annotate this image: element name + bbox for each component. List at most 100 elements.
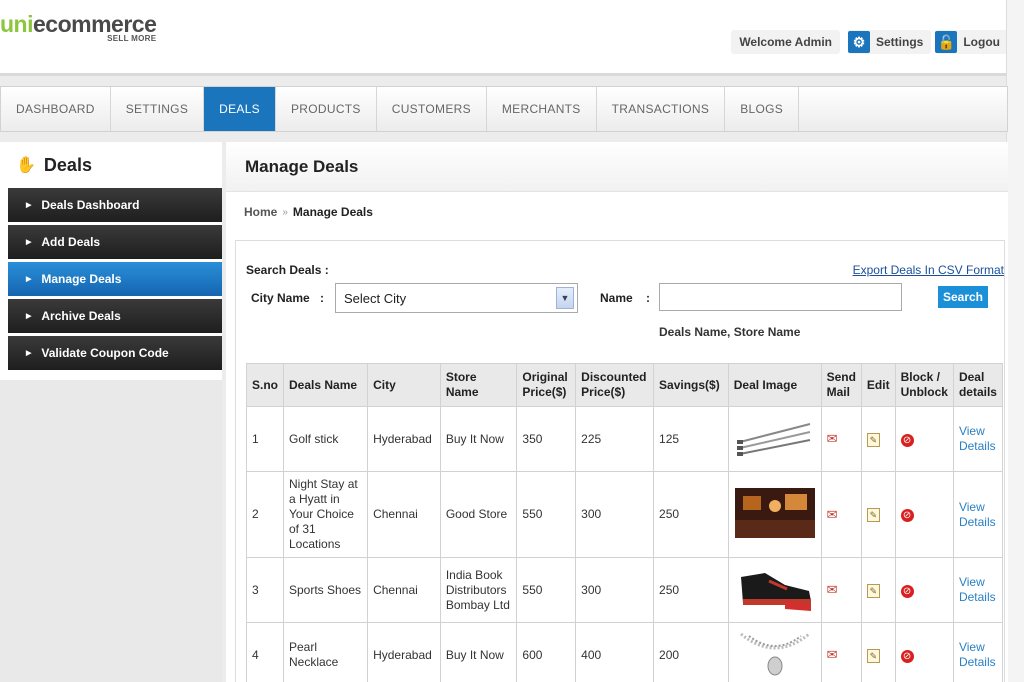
sidebar-title-text: Deals [43,154,92,175]
cell-sno: 3 [246,557,284,623]
edit-icon[interactable]: ✎ [866,508,880,522]
name-search-input[interactable] [659,283,902,311]
view-details-link[interactable]: View Details [959,640,996,669]
breadcrumb-home[interactable]: Home [244,205,277,219]
cell-savings: 200 [653,622,729,682]
cell-original-price: 600 [516,622,577,682]
view-details-link[interactable]: View Details [959,500,996,529]
nav-customers[interactable]: CUSTOMERS [377,87,487,131]
settings-link[interactable]: ⚙ Settings [848,30,932,54]
cell-original-price: 550 [516,471,577,558]
block-icon[interactable]: ⊘ [900,584,914,598]
col-deal-image: Deal Image [727,363,822,407]
deals-table: S.no Deals Name City Store Name Original… [246,363,1004,682]
nav-dashboard[interactable]: DASHBOARD [1,87,111,131]
page-scrollbar[interactable] [1006,0,1024,682]
col-original-price: Original Price($) [516,363,577,407]
city-name-label: City Name [251,291,310,305]
cell-store: Good Store [439,471,518,558]
logo[interactable]: uniecommerce SELL MORE [0,11,157,43]
chevron-right-icon: ▶ [26,202,32,209]
page-title: Manage Deals [226,142,1008,192]
col-store-name: Store Name [439,363,518,407]
cell-edit: ✎ [860,557,896,623]
sidebar-title: ✋ Deals [0,142,222,188]
nav-products[interactable]: PRODUCTS [276,87,377,131]
logout-label: Logou [963,35,1000,49]
col-savings: Savings($) [653,363,729,407]
cell-city: Hyderabad [367,622,441,682]
cell-deal-image [727,557,822,623]
city-select-value: Select City [344,290,407,306]
logo-uni: uni [0,11,34,37]
edit-icon[interactable]: ✎ [866,648,880,663]
export-csv-link[interactable]: Export Deals In CSV Format [853,263,1004,277]
chevron-right-icon: ▶ [26,350,32,357]
nav-transactions[interactable]: TRANSACTIONS [597,87,726,131]
col-deal-details: Deal details [952,363,1004,407]
sidebar-item-add-deals[interactable]: ▶ Add Deals [8,225,222,259]
cell-discounted-price: 400 [575,622,655,682]
nav-merchants[interactable]: MERCHANTS [487,87,597,131]
breadcrumb: Home » Manage Deals [226,198,1008,226]
edit-icon[interactable]: ✎ [866,432,880,447]
col-send-mail: Send Mail [820,363,862,407]
main-nav: DASHBOARD SETTINGS DEALS PRODUCTS CUSTOM… [0,86,1008,132]
table-row: 2 Night Stay at a Hyatt in Your Choice o… [246,471,1004,558]
cell-sno: 2 [246,471,284,558]
block-icon[interactable]: ⊘ [900,649,914,663]
view-details-link[interactable]: View Details [959,575,996,604]
mail-icon[interactable]: ✉ [827,647,838,662]
cell-send-mail: ✉ [820,406,862,472]
cell-details: View Details [952,622,1004,682]
sidebar-background [0,380,222,682]
search-deals-label: Search Deals : [246,263,329,277]
mail-icon[interactable]: ✉ [827,431,838,446]
sidebar-item-manage-deals[interactable]: ▶ Manage Deals [8,262,222,296]
col-deals-name: Deals Name [282,363,369,407]
block-icon[interactable]: ⊘ [900,433,914,447]
cell-sno: 1 [246,406,284,472]
cell-original-price: 350 [516,406,577,472]
block-icon[interactable]: ⊘ [900,509,914,522]
cell-send-mail: ✉ [820,471,862,558]
name-label: Name [600,291,633,305]
cell-deal-name: Night Stay at a Hyatt in Your Choice of … [282,471,369,558]
cell-city: Chennai [367,557,441,623]
table-row: 1 Golf stick Hyderabad Buy It Now 350 22… [246,406,1004,472]
table-header-row: S.no Deals Name City Store Name Original… [246,363,1004,407]
cell-block: ⊘ [894,557,954,623]
cell-discounted-price: 300 [575,471,655,558]
cell-store: Buy It Now [439,622,518,682]
nav-blogs[interactable]: BLOGS [725,87,800,131]
nav-deals[interactable]: DEALS [204,87,276,131]
sidebar-item-label: Add Deals [41,235,101,249]
city-colon: : [320,291,324,305]
mail-icon[interactable]: ✉ [827,507,838,522]
sidebar-item-label: Deals Dashboard [41,198,140,212]
welcome-text: Welcome Admin [731,30,840,54]
cell-discounted-price: 225 [575,406,655,472]
cell-block: ⊘ [894,622,954,682]
sidebar-item-deals-dashboard[interactable]: ▶ Deals Dashboard [8,188,222,222]
cell-deal-image [727,471,822,558]
logout-link[interactable]: 🔓 Logou [935,30,1008,54]
cell-savings: 125 [653,406,729,472]
chevron-down-icon[interactable]: ▼ [556,287,574,309]
cell-block: ⊘ [894,406,954,472]
city-select[interactable]: Select City ▼ [335,283,578,313]
lock-icon: 🔓 [935,31,958,53]
cell-store: Buy It Now [439,406,518,472]
nav-settings[interactable]: SETTINGS [111,87,205,131]
mail-icon[interactable]: ✉ [827,582,838,597]
cell-edit: ✎ [860,406,896,472]
cell-city: Hyderabad [367,406,441,472]
search-button[interactable]: Search [938,286,988,308]
sidebar-item-validate-coupon[interactable]: ▶ Validate Coupon Code [8,336,222,370]
cell-deal-image [727,406,822,472]
view-details-link[interactable]: View Details [959,424,996,453]
cell-deal-image [727,622,822,682]
edit-icon[interactable]: ✎ [866,583,880,598]
golf-sticks-image [736,423,810,456]
sidebar-item-archive-deals[interactable]: ▶ Archive Deals [8,299,222,333]
